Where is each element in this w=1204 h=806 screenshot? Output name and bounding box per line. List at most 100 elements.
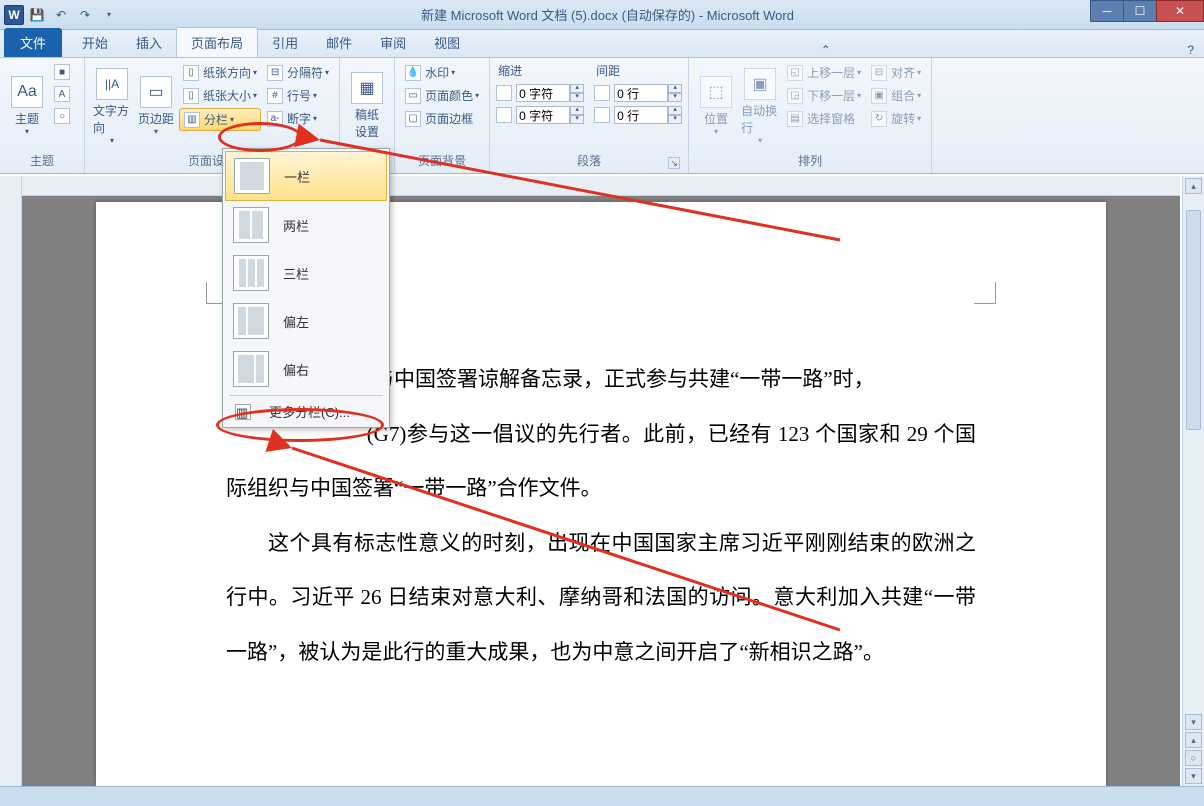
- browse-object-button[interactable]: ○: [1185, 750, 1202, 766]
- hyphen-button[interactable]: a-断字▾: [263, 108, 333, 129]
- text-direction-button[interactable]: ||A 文字方向▾: [91, 62, 133, 150]
- indent-label: 缩进: [496, 62, 584, 81]
- spacing-after-spinner[interactable]: ▴▾: [594, 105, 682, 125]
- pagecolor-button[interactable]: ▭页面颜色▾: [401, 85, 483, 106]
- group-pagebg: 💧水印▾ ▭页面颜色▾ ▢页面边框 页面背景: [395, 58, 490, 173]
- spacing-after-icon: [594, 107, 610, 123]
- pageborder-button[interactable]: ▢页面边框: [401, 108, 483, 129]
- one-column-icon: [234, 158, 270, 194]
- linenum-button[interactable]: #行号▾: [263, 85, 333, 106]
- columns-one[interactable]: 一栏: [225, 151, 387, 201]
- window-controls: ─ ☐ ✕: [1091, 0, 1204, 29]
- watermark-icon: 💧: [405, 65, 421, 81]
- columns-button[interactable]: ▥分栏▾: [179, 108, 261, 131]
- qat-customize-icon[interactable]: ▾: [98, 4, 120, 26]
- maximize-button[interactable]: ☐: [1123, 0, 1157, 22]
- paragraph-2[interactable]: 这个具有标志性意义的时刻，出现在中国国家主席习近平刚刚结束的欧洲之行中。习近平 …: [226, 516, 976, 680]
- group-label-pagebg: 页面背景: [401, 150, 483, 171]
- fonts-icon: A: [54, 86, 70, 102]
- tab-insert[interactable]: 插入: [122, 28, 176, 57]
- size-button[interactable]: ▯纸张大小▾: [179, 85, 261, 106]
- themes-icon: Aa: [11, 76, 43, 108]
- spacing-after-input[interactable]: [614, 106, 668, 124]
- ribbon-minimize-icon[interactable]: ⌃: [811, 43, 841, 57]
- document-canvas[interactable]: 与中国签署谅解备忘录，正式参与共建“一带一路”时， (G7)参与这一倡议的先行者…: [22, 196, 1180, 786]
- theme-colors-button[interactable]: ■: [50, 62, 78, 82]
- align-button[interactable]: ⊟对齐▾: [867, 62, 925, 83]
- more-columns[interactable]: ▥ 更多分栏(C)...: [225, 398, 387, 425]
- scroll-down-button[interactable]: ▾: [1185, 714, 1202, 730]
- breaks-button[interactable]: ⊟分隔符▾: [263, 62, 333, 83]
- rotate-button[interactable]: ↻旋转▾: [867, 108, 925, 129]
- tab-pagelayout[interactable]: 页面布局: [176, 27, 258, 57]
- wrap-button[interactable]: ▣自动换行▾: [739, 62, 781, 150]
- theme-effects-button[interactable]: ○: [50, 106, 78, 126]
- vertical-scrollbar[interactable]: ▴ ▾ ▴ ○ ▾: [1182, 176, 1204, 786]
- watermark-button[interactable]: 💧水印▾: [401, 62, 483, 83]
- forward-icon: ◱: [787, 65, 803, 81]
- vertical-ruler[interactable]: [0, 176, 22, 786]
- hyphen-icon: a-: [267, 111, 283, 127]
- themes-button[interactable]: Aa 主题 ▾: [6, 62, 48, 150]
- margins-button[interactable]: ▭ 页边距▾: [135, 62, 177, 150]
- three-column-icon: [233, 255, 269, 291]
- tab-references[interactable]: 引用: [258, 28, 312, 57]
- pagecolor-icon: ▭: [405, 88, 421, 104]
- paragraph-launcher[interactable]: ↘: [668, 157, 680, 169]
- browse-prev-button[interactable]: ▴: [1185, 732, 1202, 748]
- menu-separator: [229, 395, 383, 396]
- undo-icon[interactable]: ↶: [50, 4, 72, 26]
- indent-right-input[interactable]: [516, 106, 570, 124]
- columns-two[interactable]: 两栏: [225, 201, 387, 249]
- redo-icon[interactable]: ↷: [74, 4, 96, 26]
- browse-next-button[interactable]: ▾: [1185, 768, 1202, 784]
- tab-review[interactable]: 审阅: [366, 28, 420, 57]
- spacing-label: 间距: [594, 62, 682, 81]
- position-button[interactable]: ⬚位置▾: [695, 62, 737, 150]
- group-button[interactable]: ▣组合▾: [867, 85, 925, 106]
- tab-home[interactable]: 开始: [68, 28, 122, 57]
- file-tab[interactable]: 文件: [4, 28, 62, 57]
- manuscript-label: 稿纸 设置: [355, 106, 379, 140]
- tab-view[interactable]: 视图: [420, 28, 474, 57]
- rotate-icon: ↻: [871, 111, 887, 127]
- close-button[interactable]: ✕: [1156, 0, 1204, 22]
- spacing-before-icon: [594, 85, 610, 101]
- backward-icon: ◲: [787, 88, 803, 104]
- save-icon[interactable]: 💾: [26, 4, 48, 26]
- columns-three[interactable]: 三栏: [225, 249, 387, 297]
- selection-pane-button[interactable]: ▤选择窗格: [783, 108, 865, 129]
- ribbon-tabs: 文件 开始 插入 页面布局 引用 邮件 审阅 视图 ⌃ ?: [0, 30, 1204, 58]
- app-icon[interactable]: W: [4, 5, 24, 25]
- columns-dropdown-menu: 一栏 两栏 三栏 偏左 偏右 ▥ 更多分栏(C)...: [222, 148, 390, 428]
- indent-left-spinner[interactable]: ▴▾: [496, 83, 584, 103]
- scroll-thumb[interactable]: [1186, 210, 1201, 430]
- textdir-label: 文字方向: [93, 102, 131, 136]
- tab-mailings[interactable]: 邮件: [312, 28, 366, 57]
- manuscript-button[interactable]: ▦ 稿纸 设置: [346, 62, 388, 150]
- columns-left[interactable]: 偏左: [225, 297, 387, 345]
- columns-right[interactable]: 偏右: [225, 345, 387, 393]
- indent-right-spinner[interactable]: ▴▾: [496, 105, 584, 125]
- help-icon[interactable]: ?: [1177, 43, 1204, 57]
- theme-fonts-button[interactable]: A: [50, 84, 78, 104]
- right-column-icon: [233, 351, 269, 387]
- scroll-up-button[interactable]: ▴: [1185, 178, 1202, 194]
- margins-icon: ▭: [140, 76, 172, 108]
- size-icon: ▯: [183, 88, 199, 104]
- indent-right-icon: [496, 107, 512, 123]
- minimize-button[interactable]: ─: [1090, 0, 1124, 22]
- bring-forward-button[interactable]: ◱上移一层▾: [783, 62, 865, 83]
- horizontal-ruler[interactable]: [22, 176, 1180, 196]
- send-backward-button[interactable]: ◲下移一层▾: [783, 85, 865, 106]
- orientation-button[interactable]: ▯纸张方向▾: [179, 62, 261, 83]
- themes-label: 主题: [15, 110, 39, 127]
- indent-left-input[interactable]: [516, 84, 570, 102]
- indent-left-icon: [496, 85, 512, 101]
- colors-icon: ■: [54, 64, 70, 80]
- group-label-paragraph: 段落↘: [496, 150, 682, 171]
- group-icon: ▣: [871, 88, 887, 104]
- group-arrange: ⬚位置▾ ▣自动换行▾ ◱上移一层▾ ◲下移一层▾ ▤选择窗格 ⊟对齐▾ ▣组合…: [689, 58, 932, 173]
- spacing-before-spinner[interactable]: ▴▾: [594, 83, 682, 103]
- spacing-before-input[interactable]: [614, 84, 668, 102]
